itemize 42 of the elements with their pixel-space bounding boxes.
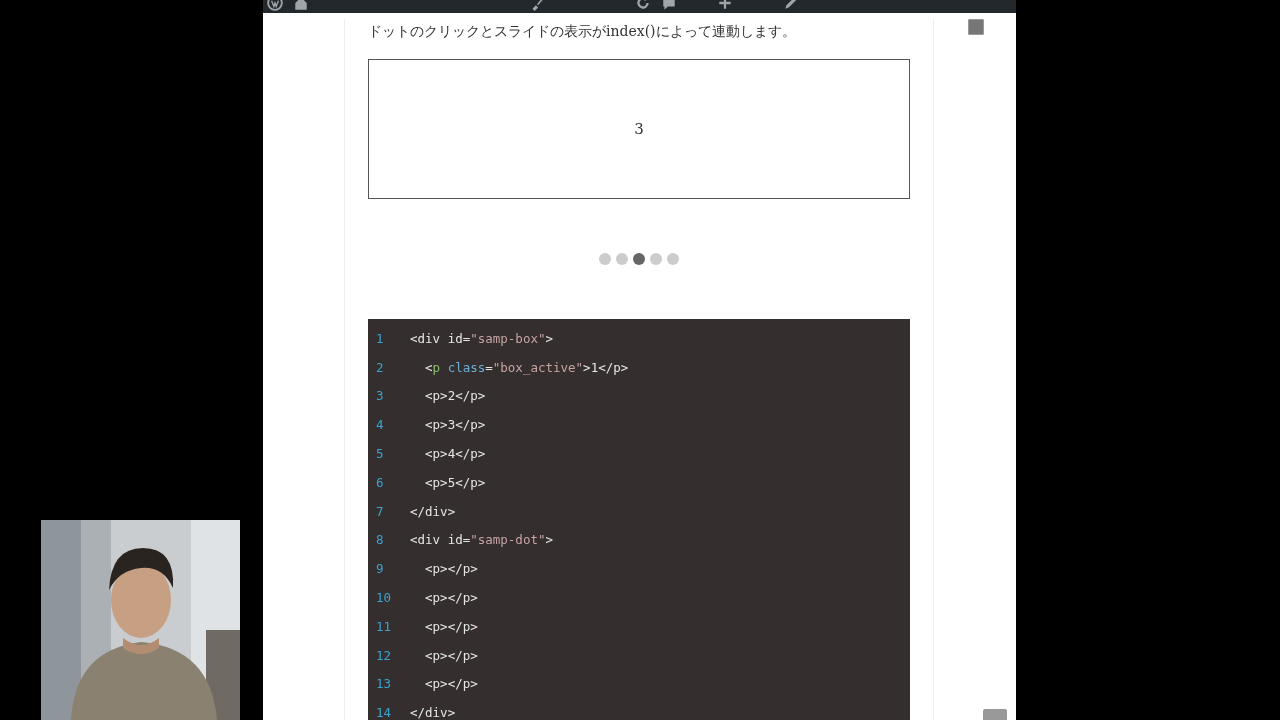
line-number: 13 xyxy=(375,676,393,692)
refresh-icon[interactable] xyxy=(634,0,651,11)
code-line: <p></p> xyxy=(424,590,478,606)
pencil-icon[interactable] xyxy=(782,0,799,11)
code-line: <p></p> xyxy=(424,676,478,692)
code-line: <p class="box_active">1</p> xyxy=(424,359,629,375)
line-number: 14 xyxy=(375,705,393,720)
slider-dot[interactable] xyxy=(616,253,628,265)
line-number: 6 xyxy=(375,474,385,490)
user-icon[interactable] xyxy=(967,19,984,35)
paragraph: ドットのクリックとスライドの表示がindex()によって連動します。 xyxy=(368,22,797,41)
code-line: <p></p> xyxy=(424,618,478,634)
line-number: 4 xyxy=(375,417,385,433)
line-number: 9 xyxy=(375,561,385,577)
line-number: 2 xyxy=(375,359,385,375)
code-line: <p></p> xyxy=(424,561,478,577)
line-number: 7 xyxy=(375,503,385,519)
line-number: 12 xyxy=(375,647,393,663)
slide-number: 3 xyxy=(634,120,644,138)
code-line: </div> xyxy=(410,503,456,519)
slider-dot[interactable] xyxy=(599,253,611,265)
code-line: <p>4</p> xyxy=(424,446,486,462)
code-line: <div id="samp-box"> xyxy=(410,330,553,346)
code-line: <div id="samp-dot"> xyxy=(410,532,553,548)
line-number: 10 xyxy=(375,590,393,606)
wordpress-icon[interactable] xyxy=(266,0,283,11)
slider-dot[interactable] xyxy=(650,253,662,265)
code-line: <p>2</p> xyxy=(424,388,486,404)
line-number: 8 xyxy=(375,532,385,548)
speech-bubble-icon[interactable] xyxy=(660,0,677,11)
line-number: 5 xyxy=(375,446,385,462)
line-number: 11 xyxy=(375,618,393,634)
code-line: <p></p> xyxy=(424,647,478,663)
plus-icon[interactable] xyxy=(716,0,733,11)
line-number: 1 xyxy=(375,330,385,346)
code-line: <p>3</p> xyxy=(424,417,486,433)
house-icon[interactable] xyxy=(292,0,309,11)
slider-dot[interactable] xyxy=(667,253,679,265)
line-number: 3 xyxy=(375,388,385,404)
code-line: <p>5</p> xyxy=(424,474,486,490)
code-line: </div> xyxy=(410,705,456,720)
slider-dot[interactable] xyxy=(633,253,645,265)
